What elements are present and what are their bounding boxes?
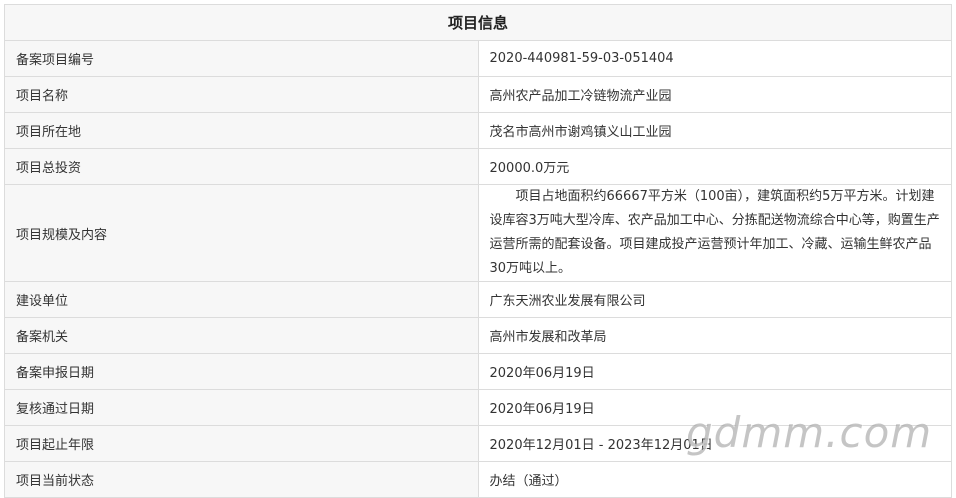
row-label-review-date: 复核通过日期	[4, 389, 479, 426]
row-value-record-number: 2020-440981-59-03-051404	[477, 40, 952, 77]
table-row: 项目名称 高州农产品加工冷链物流产业园	[4, 76, 952, 113]
row-label-project-name: 项目名称	[4, 76, 479, 113]
row-value-authority: 高州市发展和改革局	[477, 317, 952, 354]
table-row: 项目起止年限 2020年12月01日 - 2023年12月01日	[4, 425, 952, 462]
row-label-scope: 项目规模及内容	[4, 184, 479, 282]
row-value-total-investment: 20000.0万元	[477, 148, 952, 185]
row-label-period: 项目起止年限	[4, 425, 479, 462]
row-value-project-name: 高州农产品加工冷链物流产业园	[477, 76, 952, 113]
row-value-status: 办结（通过）	[477, 461, 952, 498]
table-row: 备案机关 高州市发展和改革局	[4, 317, 952, 354]
table-row: 复核通过日期 2020年06月19日	[4, 389, 952, 426]
row-label-location: 项目所在地	[4, 112, 479, 149]
table-row: 项目所在地 茂名市高州市谢鸡镇义山工业园	[4, 112, 952, 149]
row-value-scope: 项目占地面积约66667平方米（100亩），建筑面积约5万平方米。计划建设库容3…	[477, 184, 952, 282]
row-value-apply-date: 2020年06月19日	[477, 353, 952, 390]
row-value-location: 茂名市高州市谢鸡镇义山工业园	[477, 112, 952, 149]
table-row: 建设单位 广东天洲农业发展有限公司	[4, 281, 952, 318]
row-label-apply-date: 备案申报日期	[4, 353, 479, 390]
row-label-record-number: 备案项目编号	[4, 40, 479, 77]
table-row: 备案项目编号 2020-440981-59-03-051404	[4, 40, 952, 77]
row-value-period: 2020年12月01日 - 2023年12月01日	[477, 425, 952, 462]
table-row: 项目当前状态 办结（通过）	[4, 461, 952, 498]
table-row: 项目总投资 20000.0万元	[4, 148, 952, 185]
row-value-review-date: 2020年06月19日	[477, 389, 952, 426]
row-label-authority: 备案机关	[4, 317, 479, 354]
table-row: 项目规模及内容 项目占地面积约66667平方米（100亩），建筑面积约5万平方米…	[4, 184, 952, 282]
scope-paragraph: 项目占地面积约66667平方米（100亩），建筑面积约5万平方米。计划建设库容3…	[489, 189, 940, 276]
row-label-status: 项目当前状态	[4, 461, 479, 498]
row-label-builder: 建设单位	[4, 281, 479, 318]
table-title: 项目信息	[4, 4, 952, 41]
project-info-table: 项目信息 备案项目编号 2020-440981-59-03-051404 项目名…	[4, 4, 952, 498]
row-value-builder: 广东天洲农业发展有限公司	[477, 281, 952, 318]
table-row: 备案申报日期 2020年06月19日	[4, 353, 952, 390]
row-label-total-investment: 项目总投资	[4, 148, 479, 185]
